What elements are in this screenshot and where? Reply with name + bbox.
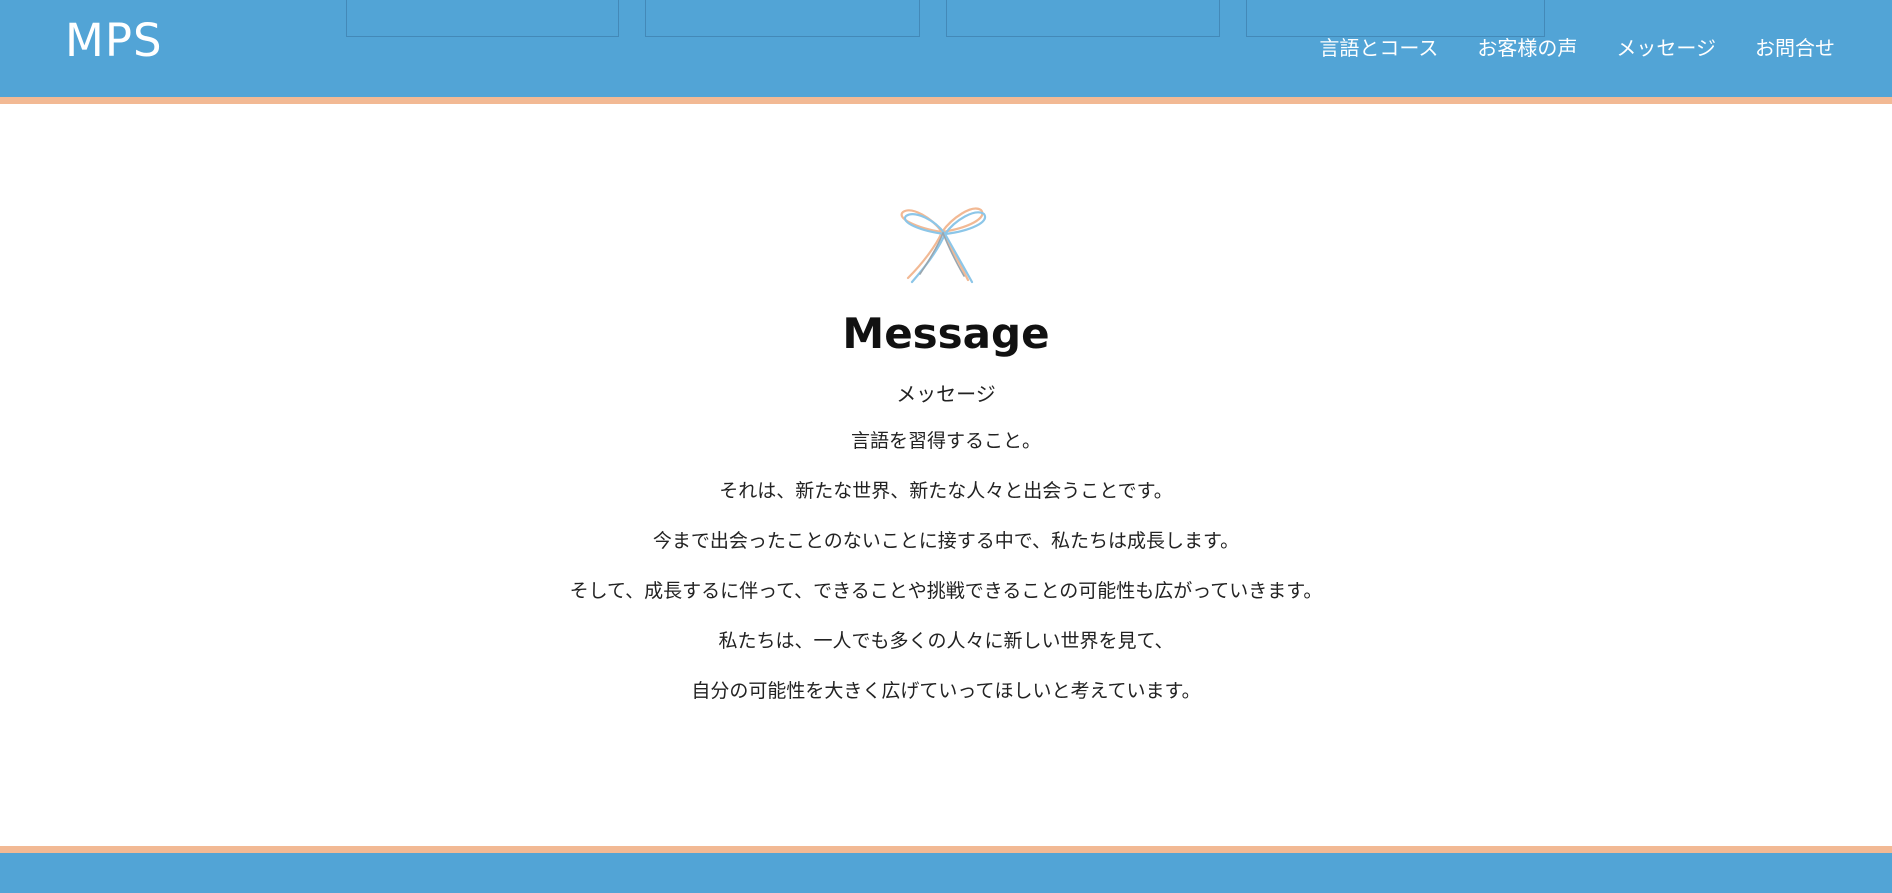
nav-item-message[interactable]: メッセージ (1616, 36, 1716, 60)
site-logo[interactable]: MPS (65, 18, 163, 63)
nav-item-testimonials[interactable]: お客様の声 (1477, 36, 1577, 60)
message-line: それは、新たな世界、新たな人々と出会うことです。 (719, 480, 1173, 502)
message-section: Message メッセージ 言語を習得すること。 それは、新たな世界、新たな人々… (0, 104, 1892, 844)
header-placeholder-box (1246, 0, 1545, 37)
ribbon-bow-icon (900, 207, 987, 284)
message-line: 今まで出会ったことのないことに接する中で、私たちは成長します。 (652, 530, 1240, 552)
nav-item-contact[interactable]: お問合せ (1755, 36, 1835, 60)
section-subtitle: メッセージ (896, 382, 996, 406)
header-placeholder-box (645, 0, 920, 37)
header-placeholder-box (346, 0, 619, 37)
main-nav: 言語とコース お客様の声 メッセージ お問合せ (1319, 36, 1835, 60)
header-placeholder-box (946, 0, 1220, 37)
message-body: 言語を習得すること。 それは、新たな世界、新たな人々と出会うことです。 今まで出… (0, 428, 1892, 728)
section-title: Message (842, 309, 1050, 358)
message-line: 自分の可能性を大きく広げていってほしいと考えています。 (691, 680, 1201, 702)
message-line: 私たちは、一人でも多くの人々に新しい世界を見て、 (718, 630, 1174, 652)
site-footer (0, 846, 1892, 893)
nav-item-languages-courses[interactable]: 言語とコース (1319, 36, 1438, 60)
message-line: 言語を習得すること。 (850, 430, 1041, 452)
message-line: そして、成長するに伴って、できることや挑戦できることの可能性も広がっていきます。 (569, 580, 1323, 602)
site-header: MPS 言語とコース お客様の声 メッセージ お問合せ (0, 0, 1892, 104)
